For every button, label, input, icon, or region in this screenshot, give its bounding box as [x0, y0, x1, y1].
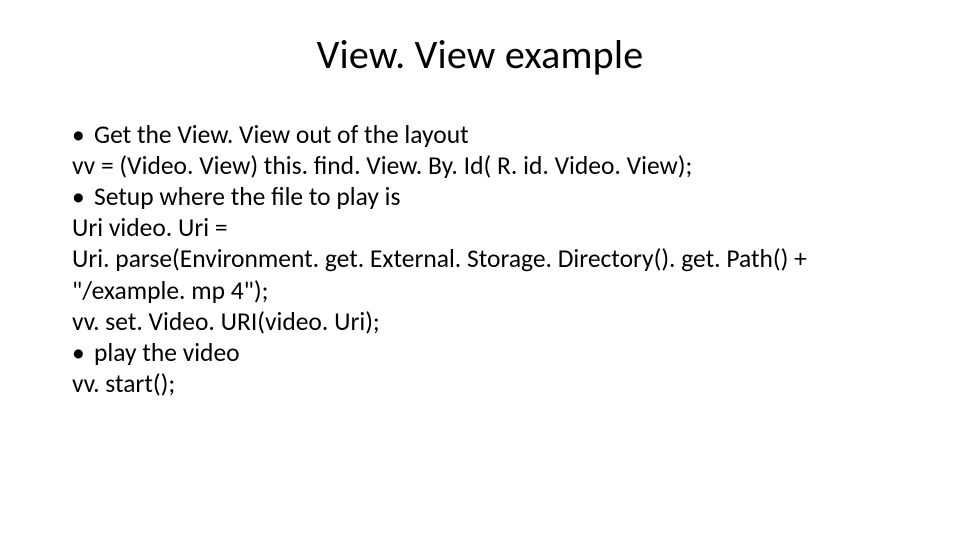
- code-line-3: Uri. parse(Environment. get. External. S…: [72, 243, 888, 305]
- code-line-5: vv. start();: [72, 368, 888, 399]
- code-line-2: Uri video. Uri =: [72, 212, 888, 243]
- code-line-4: vv. set. Video. URI(video. Uri);: [72, 306, 888, 337]
- code-line-1: vv = (Video. View) this. find. View. By.…: [72, 150, 888, 181]
- slide-body: Get the View. View out of the layout vv …: [72, 119, 888, 399]
- slide: View. View example Get the View. View ou…: [0, 0, 960, 540]
- bullet-line-3: play the video: [72, 337, 888, 368]
- slide-title: View. View example: [72, 30, 888, 79]
- bullet-line-1: Get the View. View out of the layout: [72, 119, 888, 150]
- bullet-line-2: Setup where the file to play is: [72, 181, 888, 212]
